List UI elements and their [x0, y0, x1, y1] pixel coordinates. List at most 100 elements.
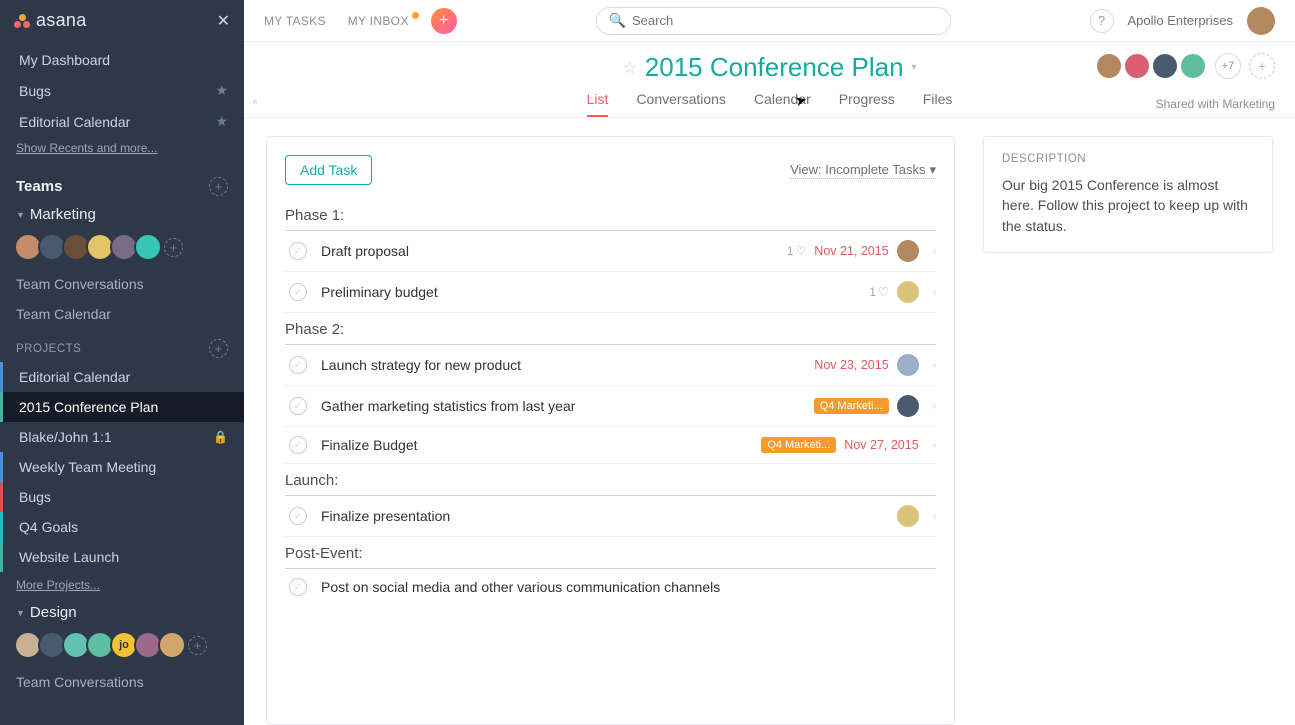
- sidebar-fav-bugs[interactable]: Bugs ★: [0, 75, 244, 106]
- collapse-sidebar-icon[interactable]: »: [249, 99, 260, 105]
- project-q4-goals[interactable]: Q4 Goals: [0, 512, 244, 542]
- task-row[interactable]: ✓ Gather marketing statistics from last …: [285, 386, 936, 427]
- team-marketing-avatars: +: [0, 227, 244, 269]
- star-icon[interactable]: ★: [215, 113, 228, 130]
- more-projects[interactable]: More Projects...: [0, 572, 244, 598]
- complete-checkbox[interactable]: ✓: [289, 283, 307, 301]
- task-name: Launch strategy for new product: [321, 357, 814, 373]
- sidebar-my-dashboard[interactable]: My Dashboard: [0, 45, 244, 75]
- due-date: Nov 23, 2015: [814, 358, 888, 372]
- team-calendar[interactable]: Team Calendar: [0, 299, 244, 329]
- section-post-event[interactable]: Post-Event:: [285, 541, 936, 569]
- avatar[interactable]: [134, 233, 162, 261]
- add-team-button[interactable]: +: [209, 177, 228, 196]
- sidebar-team-design[interactable]: ▼ Design: [0, 598, 244, 625]
- assignee-avatar[interactable]: [897, 240, 919, 262]
- quick-add-button[interactable]: +: [431, 8, 457, 34]
- description-heading: DESCRIPTION: [1002, 153, 1254, 165]
- tab-calendar[interactable]: Calendar: [754, 91, 811, 117]
- project-2015-conference-plan[interactable]: 2015 Conference Plan: [0, 392, 244, 422]
- sidebar-team-marketing[interactable]: ▼ Marketing: [0, 200, 244, 227]
- tab-conversations[interactable]: Conversations: [636, 91, 726, 117]
- project-blake-john[interactable]: Blake/John 1:1🔒: [0, 422, 244, 452]
- chevron-right-icon: ›: [933, 401, 936, 412]
- chevron-down-icon[interactable]: ▾: [912, 62, 917, 73]
- logo-text: asana: [36, 10, 87, 31]
- task-row[interactable]: ✓ Finalize presentation ›: [285, 496, 936, 537]
- add-task-button[interactable]: Add Task: [285, 155, 372, 185]
- caret-down-icon: ▼: [16, 608, 25, 618]
- chevron-right-icon: ›: [933, 287, 936, 298]
- task-tag[interactable]: Q4 Marketi...: [761, 437, 836, 453]
- task-row[interactable]: ✓ Launch strategy for new product Nov 23…: [285, 345, 936, 386]
- complete-checkbox[interactable]: ✓: [289, 356, 307, 374]
- description-body[interactable]: Our big 2015 Conference is almost here. …: [1002, 175, 1254, 236]
- task-name: Post on social media and other various c…: [321, 579, 936, 595]
- section-phase-2[interactable]: Phase 2:: [285, 317, 936, 345]
- logo[interactable]: asana: [14, 10, 217, 31]
- topbar: MY TASKS MY INBOX + 🔍 ? Apollo Enterpris…: [244, 0, 1295, 42]
- task-row[interactable]: ✓ Finalize Budget Q4 Marketi... Nov 27, …: [285, 427, 936, 464]
- assignee-avatar[interactable]: [897, 395, 919, 417]
- task-tag[interactable]: Q4 Marketi...: [814, 398, 889, 414]
- avatar[interactable]: [1123, 52, 1151, 80]
- tab-files[interactable]: Files: [923, 91, 953, 117]
- project-weekly-team-meeting[interactable]: Weekly Team Meeting: [0, 452, 244, 482]
- assignee-avatar[interactable]: [897, 354, 919, 376]
- like-count[interactable]: 1♡: [869, 285, 888, 299]
- section-phase-1[interactable]: Phase 1:: [285, 203, 936, 231]
- team-name: Design: [30, 604, 77, 621]
- project-bugs[interactable]: Bugs: [0, 482, 244, 512]
- add-member-button[interactable]: +: [1249, 53, 1275, 79]
- add-member-button[interactable]: +: [188, 636, 207, 655]
- nav-my-inbox[interactable]: MY INBOX: [348, 14, 409, 28]
- view-label: View: Incomplete Tasks: [790, 162, 925, 177]
- complete-checkbox[interactable]: ✓: [289, 578, 307, 596]
- chevron-right-icon: ›: [933, 511, 936, 522]
- star-icon[interactable]: ☆: [622, 58, 636, 78]
- shared-with-label[interactable]: Shared with Marketing: [1156, 97, 1275, 111]
- avatar[interactable]: [158, 631, 186, 659]
- org-menu[interactable]: Apollo Enterprises: [1128, 13, 1234, 28]
- like-count[interactable]: 1♡: [787, 244, 806, 258]
- user-avatar[interactable]: [1247, 7, 1275, 35]
- notification-dot-icon: [412, 12, 419, 19]
- complete-checkbox[interactable]: ✓: [289, 507, 307, 525]
- complete-checkbox[interactable]: ✓: [289, 436, 307, 454]
- due-date: Nov 27, 2015: [844, 438, 918, 452]
- avatar[interactable]: [1151, 52, 1179, 80]
- team-conversations[interactable]: Team Conversations: [0, 269, 244, 299]
- tab-list[interactable]: List: [587, 91, 609, 117]
- avatar[interactable]: [1095, 52, 1123, 80]
- view-selector[interactable]: View: Incomplete Tasks ▾: [790, 162, 936, 179]
- add-member-button[interactable]: +: [164, 238, 183, 257]
- complete-checkbox[interactable]: ✓: [289, 242, 307, 260]
- project-label: Website Launch: [19, 549, 228, 565]
- close-icon[interactable]: ✕: [217, 11, 230, 31]
- chevron-down-icon: ▾: [929, 162, 936, 178]
- tab-progress[interactable]: Progress: [839, 91, 895, 117]
- project-website-launch[interactable]: Website Launch: [0, 542, 244, 572]
- sidebar-show-recents[interactable]: Show Recents and more...: [0, 137, 244, 163]
- project-title[interactable]: 2015 Conference Plan: [645, 52, 904, 83]
- help-button[interactable]: ?: [1090, 9, 1114, 33]
- nav-my-tasks[interactable]: MY TASKS: [264, 14, 326, 28]
- project-editorial-calendar[interactable]: Editorial Calendar: [0, 362, 244, 392]
- search-input[interactable]: 🔍: [596, 7, 951, 35]
- star-icon[interactable]: ★: [215, 82, 228, 99]
- sidebar-fav-editorial[interactable]: Editorial Calendar ★: [0, 106, 244, 137]
- add-project-button[interactable]: +: [209, 339, 228, 358]
- task-row[interactable]: ✓ Draft proposal 1♡ Nov 21, 2015 ›: [285, 231, 936, 272]
- projects-heading: PROJECTS: [16, 343, 209, 355]
- section-launch[interactable]: Launch:: [285, 468, 936, 496]
- assignee-avatar[interactable]: [897, 505, 919, 527]
- more-members[interactable]: +7: [1215, 53, 1241, 79]
- task-row[interactable]: ✓ Post on social media and other various…: [285, 569, 936, 605]
- search-field[interactable]: [632, 13, 938, 28]
- task-name: Finalize Budget: [321, 437, 761, 453]
- task-row[interactable]: ✓ Preliminary budget 1♡ ›: [285, 272, 936, 313]
- avatar[interactable]: [1179, 52, 1207, 80]
- assignee-avatar[interactable]: [897, 281, 919, 303]
- team-conversations[interactable]: Team Conversations: [0, 667, 244, 697]
- complete-checkbox[interactable]: ✓: [289, 397, 307, 415]
